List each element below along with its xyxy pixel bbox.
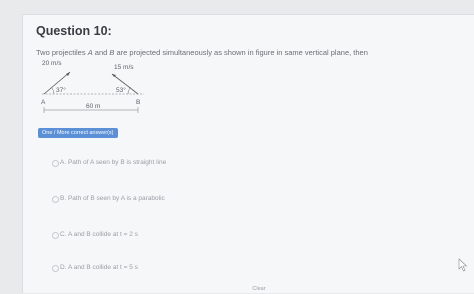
distance-label: 60 m xyxy=(86,103,100,110)
projectile-figure: 20 m/s 15 m/s 37° 53° A B 60 m xyxy=(41,60,144,113)
option-d[interactable]: D. A and B collide at t = 5 s xyxy=(60,264,138,271)
option-a[interactable]: A. Path of A seen by B is straight line xyxy=(60,159,166,166)
question-text: Two projectiles A and B are projected si… xyxy=(36,48,368,57)
speed-b-label: 15 m/s xyxy=(114,64,134,71)
option-c-radio[interactable] xyxy=(52,232,59,239)
answer-type-badge: One / More correct answer(s) xyxy=(38,128,118,138)
option-a-radio[interactable] xyxy=(52,160,59,167)
clear-button[interactable]: Clear xyxy=(244,284,274,294)
angle-arc-a xyxy=(51,87,55,95)
option-d-radio[interactable] xyxy=(52,265,59,272)
angle-b-label: 53° xyxy=(116,86,126,94)
option-b-radio[interactable] xyxy=(52,196,59,203)
option-b[interactable]: B. Path of B seen by A is a parabolic xyxy=(60,195,165,202)
point-a-label: A xyxy=(41,99,46,106)
point-b-label: B xyxy=(136,99,140,106)
question-title: Question 10: xyxy=(36,24,112,38)
angle-a-label: 37° xyxy=(56,86,66,94)
speed-a-label: 20 m/s xyxy=(42,60,62,67)
option-c[interactable]: C. A and B collide at t = 2 s xyxy=(60,231,138,238)
mouse-cursor-icon xyxy=(458,258,468,272)
